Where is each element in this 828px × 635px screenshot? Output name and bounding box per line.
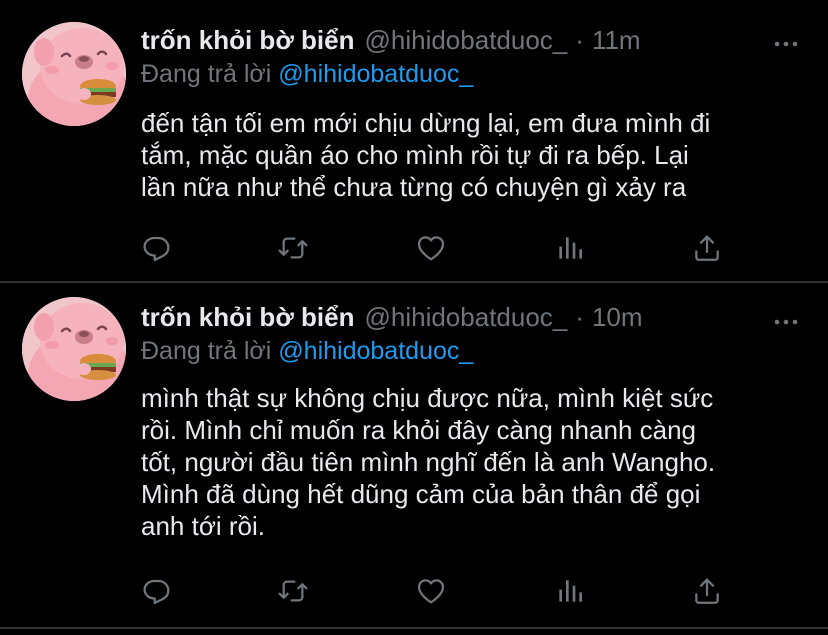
author-name[interactable]: trốn khỏi bờ biển bbox=[141, 302, 354, 333]
separator-dot: · bbox=[575, 301, 584, 332]
tweet-actions bbox=[141, 575, 731, 607]
replying-to-handle[interactable]: @hihidobatduoc_ bbox=[278, 337, 473, 365]
heart-icon[interactable] bbox=[415, 575, 447, 607]
retweet-icon[interactable] bbox=[277, 232, 309, 264]
replying-to-label: Đang trả lời bbox=[141, 337, 272, 365]
tweet-header: trốn khỏi bờ biển @hihidobatduoc_ · 11m bbox=[141, 22, 641, 58]
tweet-text-line: anh tới rồi. bbox=[141, 511, 265, 541]
share-upload-icon[interactable] bbox=[691, 232, 723, 264]
tweet-text-line: rồi. Mình chỉ muốn ra khỏi đây càng nhan… bbox=[141, 415, 697, 445]
tweet-1[interactable]: trốn khỏi bờ biển @hihidobatduoc_ · 11m … bbox=[0, 0, 828, 281]
avatar[interactable] bbox=[22, 22, 126, 126]
tweet-header: trốn khỏi bờ biển @hihidobatduoc_ · 10m bbox=[141, 299, 643, 335]
tweet-text: đến tận tối em mới chịu dừng lại, em đưa… bbox=[141, 107, 801, 203]
retweet-icon[interactable] bbox=[277, 575, 309, 607]
more-dots-icon[interactable] bbox=[774, 36, 798, 46]
analytics-bars-icon[interactable] bbox=[554, 232, 586, 264]
tweet-actions bbox=[141, 232, 731, 264]
author-name[interactable]: trốn khỏi bờ biển bbox=[141, 25, 354, 56]
tweet-text-line: tắm, mặc quần áo cho mình rồi tự đi ra b… bbox=[141, 140, 689, 170]
avatar-image bbox=[22, 22, 126, 126]
analytics-bars-icon[interactable] bbox=[554, 575, 586, 607]
tweet-2[interactable]: trốn khỏi bờ biển @hihidobatduoc_ · 10m … bbox=[0, 283, 828, 628]
replying-to: Đang trả lời @hihidobatduoc_ bbox=[141, 60, 473, 89]
more-dots-icon[interactable] bbox=[774, 314, 798, 324]
avatar-image bbox=[22, 297, 126, 401]
replying-to: Đang trả lời @hihidobatduoc_ bbox=[141, 337, 473, 366]
timestamp[interactable]: 10m bbox=[592, 302, 643, 333]
heart-icon[interactable] bbox=[415, 232, 447, 264]
comment-bubble-icon[interactable] bbox=[141, 575, 173, 607]
separator-dot: · bbox=[575, 24, 584, 55]
tweet-text-line: mình thật sự không chịu được nữa, mình k… bbox=[141, 383, 714, 413]
timestamp[interactable]: 11m bbox=[592, 25, 641, 56]
author-handle[interactable]: @hihidobatduoc_ bbox=[364, 25, 567, 56]
share-upload-icon[interactable] bbox=[691, 575, 723, 607]
avatar[interactable] bbox=[22, 297, 126, 401]
tweet-text-line: tốt, người đầu tiên mình nghĩ đến là anh… bbox=[141, 447, 716, 477]
author-handle[interactable]: @hihidobatduoc_ bbox=[364, 302, 567, 333]
tweet-text-line: lần nữa như thể chưa từng có chuyện gì x… bbox=[141, 172, 687, 202]
tweet-text-line: Mình đã dùng hết dũng cảm của bản thân đ… bbox=[141, 479, 701, 509]
tweet-text-line: đến tận tối em mới chịu dừng lại, em đưa… bbox=[141, 108, 711, 138]
replying-to-label: Đang trả lời bbox=[141, 60, 272, 88]
divider bbox=[0, 627, 828, 629]
tweet-text: mình thật sự không chịu được nữa, mình k… bbox=[141, 382, 801, 542]
comment-bubble-icon[interactable] bbox=[141, 232, 173, 264]
replying-to-handle[interactable]: @hihidobatduoc_ bbox=[278, 60, 473, 88]
